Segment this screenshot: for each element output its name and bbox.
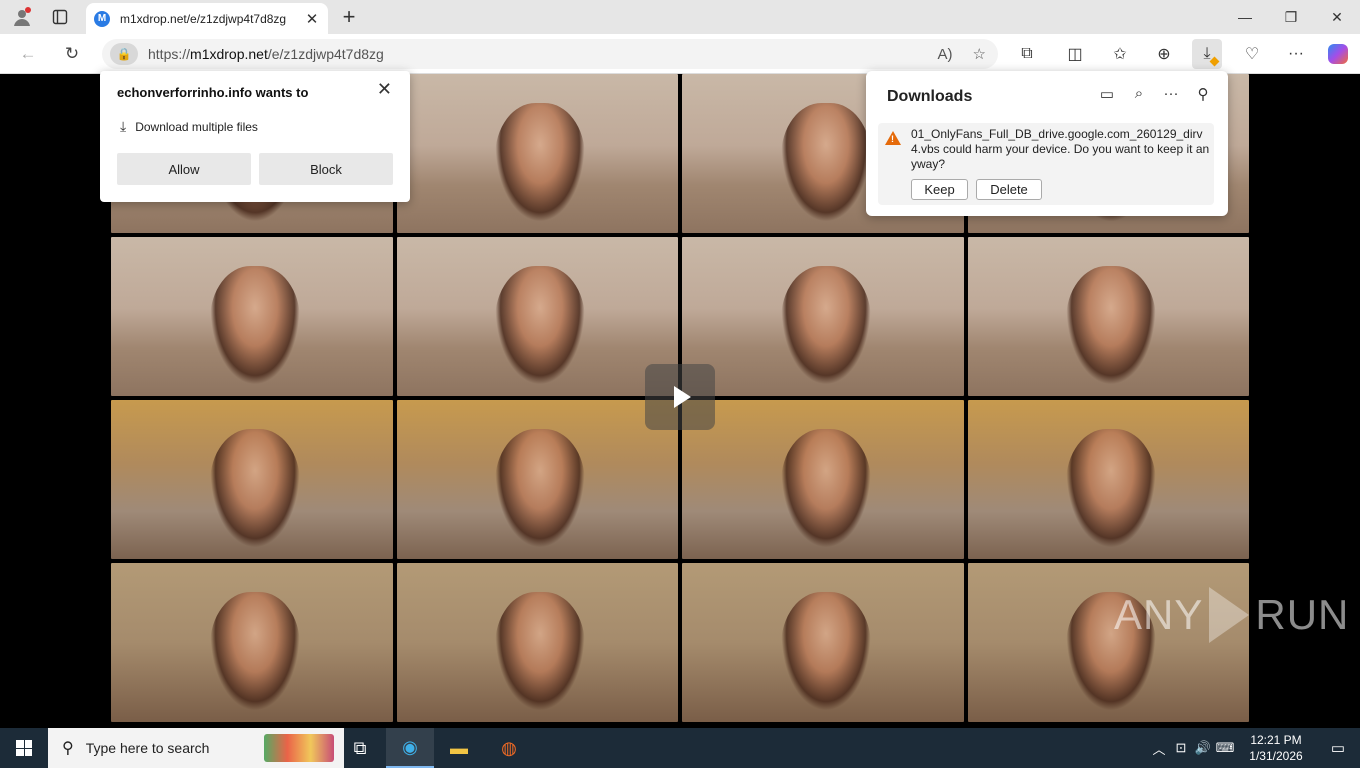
video-thumbnail[interactable] <box>396 400 678 559</box>
lock-icon[interactable]: 🔒 <box>110 43 138 65</box>
read-aloud-icon[interactable]: A) <box>938 46 953 63</box>
video-thumbnail[interactable] <box>396 237 678 396</box>
copilot-button[interactable] <box>1323 39 1353 69</box>
minimize-button[interactable]: — <box>1222 0 1268 34</box>
url-text[interactable]: https://m1xdrop.net/e/z1zdjwp4t7d8zg <box>148 46 384 62</box>
watermark-play-icon <box>1209 587 1250 643</box>
open-folder-icon[interactable]: ▭ <box>1098 85 1116 103</box>
clock-date: 1/31/2026 <box>1249 749 1303 763</box>
tab-title: m1xdrop.net/e/z1zdjwp4t7d8zg <box>120 11 287 26</box>
refresh-button[interactable]: ↻ <box>57 39 87 69</box>
download-warning-message: 01_OnlyFans_Full_DB_drive.google.com_260… <box>911 127 1210 171</box>
video-thumbnail[interactable] <box>111 563 393 722</box>
tab-actions-icon[interactable] <box>46 0 74 34</box>
video-thumbnail[interactable] <box>396 74 678 233</box>
tray-chevron-icon[interactable]: ︿ <box>1148 739 1170 758</box>
video-thumbnail[interactable] <box>111 237 393 396</box>
downloads-panel: Downloads ▭ ⌕ ··· ⚲ ! 01_OnlyFans_Full_D… <box>866 71 1228 216</box>
block-button[interactable]: Block <box>259 153 393 185</box>
start-button[interactable] <box>0 728 48 768</box>
url-scheme: https:// <box>148 46 191 62</box>
permission-request-text: Download multiple files <box>135 119 258 134</box>
url-path: /e/z1zdjwp4t7d8zg <box>267 46 384 62</box>
taskbar: ⚲ Type here to search ⧉ ◉ ▬ ◍ ︿ ⊡ 🔊 ⌨ 12… <box>0 728 1360 768</box>
edge-taskbar-icon[interactable]: ◉ <box>386 728 434 768</box>
clock[interactable]: 12:21 PM 1/31/2026 <box>1236 732 1316 764</box>
settings-more-icon[interactable]: ··· <box>1281 39 1311 69</box>
video-thumbnail[interactable] <box>111 400 393 559</box>
video-thumbnail[interactable] <box>967 400 1249 559</box>
video-thumbnail[interactable] <box>396 563 678 722</box>
notification-icon[interactable]: ▭ <box>1316 739 1360 757</box>
play-icon <box>674 386 691 408</box>
file-explorer-icon[interactable]: ▬ <box>435 728 483 768</box>
taskbar-search[interactable]: ⚲ Type here to search <box>48 728 344 768</box>
download-warning-icon <box>1209 56 1220 67</box>
browser-toolbar: ← ↻ 🔒 https://m1xdrop.net/e/z1zdjwp4t7d8… <box>0 34 1360 74</box>
system-tray: ︿ ⊡ 🔊 ⌨ 12:21 PM 1/31/2026 ▭ <box>1148 728 1360 768</box>
downloads-title: Downloads <box>887 88 973 105</box>
downloads-button[interactable]: ⤓ <box>1192 39 1222 69</box>
task-view-button[interactable]: ⧉ <box>336 728 384 768</box>
network-icon[interactable]: ⊡ <box>1170 740 1192 756</box>
new-tab-button[interactable]: + <box>336 0 362 34</box>
browser-essentials-icon[interactable]: ♡ <box>1237 39 1267 69</box>
video-thumbnail[interactable] <box>967 237 1249 396</box>
video-thumbnail[interactable] <box>682 400 964 559</box>
keyboard-icon[interactable]: ⌨ <box>1214 740 1236 756</box>
close-window-button[interactable]: ✕ <box>1314 0 1360 34</box>
volume-icon[interactable]: 🔊 <box>1192 740 1214 756</box>
clock-time: 12:21 PM <box>1250 733 1302 747</box>
anyrun-watermark: ANY RUN <box>1114 584 1349 646</box>
favorite-star-icon[interactable]: ☆ <box>973 45 986 63</box>
firefox-icon[interactable]: ◍ <box>485 728 533 768</box>
download-item: ! 01_OnlyFans_Full_DB_drive.google.com_2… <box>878 123 1214 205</box>
tab-close-icon[interactable]: ✕ <box>304 10 320 28</box>
watermark-text-left: ANY <box>1114 591 1204 638</box>
allow-button[interactable]: Allow <box>117 153 251 185</box>
play-button[interactable] <box>645 364 715 430</box>
keep-button[interactable]: Keep <box>911 179 968 200</box>
search-highlight-icon <box>264 734 334 762</box>
video-thumbnail[interactable] <box>682 563 964 722</box>
delete-button[interactable]: Delete <box>976 179 1042 200</box>
back-button[interactable]: ← <box>13 39 43 69</box>
maximize-button[interactable]: ❐ <box>1268 0 1314 34</box>
permission-title: echonverforrinho.info wants to <box>117 85 309 100</box>
copilot-icon <box>1328 44 1348 64</box>
downloads-more-icon[interactable]: ··· <box>1162 85 1180 103</box>
video-thumbnail[interactable] <box>682 237 964 396</box>
favorites-icon[interactable]: ✩ <box>1105 39 1135 69</box>
profile-icon[interactable] <box>8 0 36 34</box>
browser-tab[interactable]: M m1xdrop.net/e/z1zdjwp4t7d8zg ✕ <box>86 3 328 34</box>
download-files-icon: ⤓ <box>120 118 127 134</box>
extensions-icon[interactable]: ⧉ <box>1012 39 1042 69</box>
search-icon: ⚲ <box>62 740 74 757</box>
windows-logo-icon <box>16 740 32 756</box>
address-bar[interactable]: 🔒 https://m1xdrop.net/e/z1zdjwp4t7d8zg A… <box>102 39 998 69</box>
watermark-text-right: RUN <box>1255 591 1350 638</box>
search-downloads-icon[interactable]: ⌕ <box>1130 85 1148 103</box>
pin-icon[interactable]: ⚲ <box>1194 85 1212 103</box>
permission-close-icon[interactable]: ✕ <box>377 79 392 100</box>
search-placeholder: Type here to search <box>85 740 210 756</box>
title-bar: M m1xdrop.net/e/z1zdjwp4t7d8zg ✕ + — ❐ ✕ <box>0 0 1360 34</box>
split-screen-icon[interactable]: ◫ <box>1060 39 1090 69</box>
permission-request: ⤓ Download multiple files <box>120 118 258 135</box>
url-host: m1xdrop.net <box>190 46 268 62</box>
warning-mark: ! <box>891 134 894 144</box>
permission-prompt: echonverforrinho.info wants to ✕ ⤓ Downl… <box>100 71 410 202</box>
site-favicon-icon: M <box>94 10 110 27</box>
collections-icon[interactable]: ⊕ <box>1149 39 1179 69</box>
